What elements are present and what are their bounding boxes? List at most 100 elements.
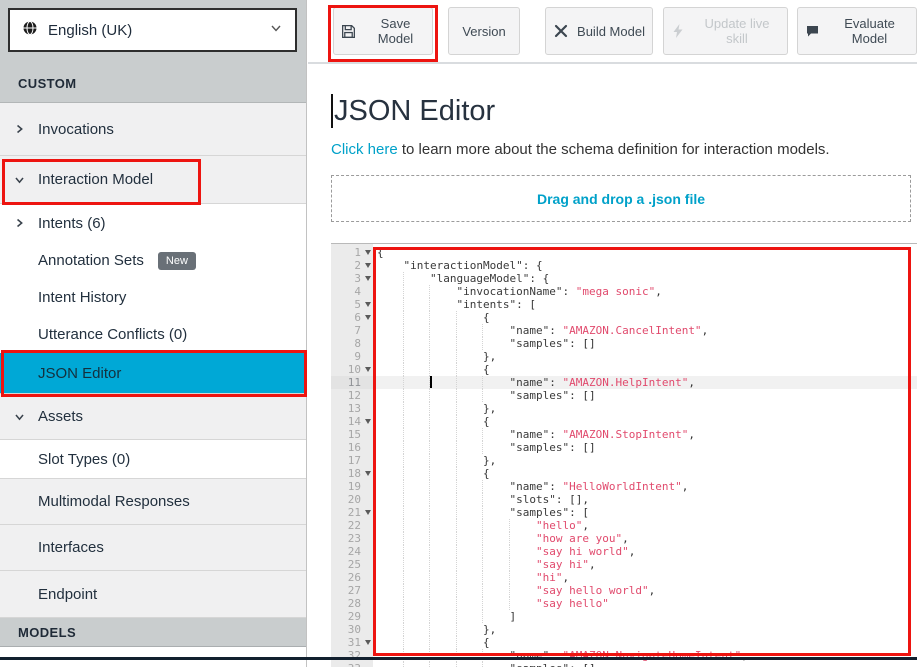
code-line-18[interactable]: { <box>373 467 917 480</box>
sidebar-item-label: Invocations <box>38 121 114 138</box>
fold-arrow-icon[interactable] <box>365 367 371 372</box>
code-line-5[interactable]: "intents": [ <box>373 298 917 311</box>
sidebar-item-utterance-conflicts[interactable]: Utterance Conflicts (0) <box>0 316 306 353</box>
fold-arrow-icon[interactable] <box>365 263 371 268</box>
sidebar: English (UK) CUSTOM InvocationsInteracti… <box>0 0 307 667</box>
code-line-10[interactable]: { <box>373 363 917 376</box>
sidebar-item-label: Intent History <box>38 289 126 306</box>
chevron-right-icon <box>14 218 25 229</box>
code-line-28[interactable]: "say hello" <box>373 597 917 610</box>
sidebar-item-intents[interactable]: Intents (6) <box>0 204 306 242</box>
version-button[interactable]: Version <box>448 7 520 55</box>
code-line-6[interactable]: { <box>373 311 917 324</box>
code-line-14[interactable]: { <box>373 415 917 428</box>
evaluate-model-button[interactable]: Evaluate Model <box>797 7 917 55</box>
code-line-32[interactable]: "name": "AMAZON.NavigateHomeIntent", <box>373 649 917 662</box>
gutter-line-18: 18 <box>331 467 373 480</box>
fold-arrow-icon[interactable] <box>365 315 371 320</box>
gutter-line-17: 17 <box>331 454 373 467</box>
chevron-right-icon <box>14 124 25 135</box>
code-line-15[interactable]: "name": "AMAZON.StopIntent", <box>373 428 917 441</box>
fold-arrow-icon[interactable] <box>365 510 371 515</box>
json-code-editor[interactable]: 1234567891011121314151617181920212223242… <box>331 243 917 667</box>
sidebar-item-annotation-sets[interactable]: Annotation SetsNew <box>0 242 306 279</box>
button-label: Evaluate Model <box>829 16 910 46</box>
code-line-31[interactable]: { <box>373 636 917 649</box>
sidebar-item-invocations[interactable]: Invocations <box>0 103 306 156</box>
sidebar-item-assets[interactable]: Assets <box>0 394 306 440</box>
gutter-line-19: 19 <box>331 480 373 493</box>
gutter-line-15: 15 <box>331 428 373 441</box>
language-selector[interactable]: English (UK) <box>8 8 297 52</box>
code-line-7[interactable]: "name": "AMAZON.CancelIntent", <box>373 324 917 337</box>
update-live-skill-button[interactable]: Update live skill <box>663 7 788 55</box>
code-line-29[interactable]: ] <box>373 610 917 623</box>
editor-gutter: 1234567891011121314151617181920212223242… <box>331 244 373 667</box>
code-line-17[interactable]: }, <box>373 454 917 467</box>
toolbar-divider <box>308 62 917 64</box>
chevron-down-icon <box>14 174 25 185</box>
code-line-12[interactable]: "samples": [] <box>373 389 917 402</box>
lightning-icon <box>670 23 685 39</box>
fold-arrow-icon[interactable] <box>365 250 371 255</box>
code-line-1[interactable]: { <box>373 246 917 259</box>
fold-arrow-icon[interactable] <box>365 471 371 476</box>
sidebar-item-interaction-model[interactable]: Interaction Model <box>0 156 306 204</box>
code-line-13[interactable]: }, <box>373 402 917 415</box>
save-model-button[interactable]: Save Model <box>333 7 433 55</box>
gutter-line-24: 24 <box>331 545 373 558</box>
code-line-22[interactable]: "hello", <box>373 519 917 532</box>
code-line-25[interactable]: "say hi", <box>373 558 917 571</box>
code-line-16[interactable]: "samples": [] <box>373 441 917 454</box>
gutter-line-21: 21 <box>331 506 373 519</box>
gutter-line-4: 4 <box>331 285 373 298</box>
code-line-30[interactable]: }, <box>373 623 917 636</box>
sidebar-item-intent-history[interactable]: Intent History <box>0 279 306 316</box>
sidebar-item-label: Utterance Conflicts (0) <box>38 326 187 343</box>
fold-arrow-icon[interactable] <box>365 276 371 281</box>
gutter-line-11: 11 <box>331 376 373 389</box>
json-dropzone-label: Drag and drop a .json file <box>537 191 705 207</box>
code-line-21[interactable]: "samples": [ <box>373 506 917 519</box>
sidebar-item-label: Assets <box>38 408 83 425</box>
sidebar-item-slot-types[interactable]: Slot Types (0) <box>0 440 306 479</box>
code-line-3[interactable]: "languageModel": { <box>373 272 917 285</box>
code-line-19[interactable]: "name": "HelloWorldIntent", <box>373 480 917 493</box>
code-line-23[interactable]: "how are you", <box>373 532 917 545</box>
code-line-2[interactable]: "interactionModel": { <box>373 259 917 272</box>
json-dropzone[interactable]: Drag and drop a .json file <box>331 175 911 222</box>
code-line-11[interactable]: "name": "AMAZON.HelpIntent", <box>373 376 917 389</box>
build-model-button[interactable]: Build Model <box>545 7 653 55</box>
code-line-20[interactable]: "slots": [], <box>373 493 917 506</box>
code-line-33[interactable]: "samples": [] <box>373 662 917 667</box>
gutter-line-23: 23 <box>331 532 373 545</box>
sidebar-item-label: Annotation Sets <box>38 252 144 269</box>
fold-arrow-icon[interactable] <box>365 419 371 424</box>
code-line-9[interactable]: }, <box>373 350 917 363</box>
chat-icon <box>804 23 821 39</box>
sidebar-item-interfaces[interactable]: Interfaces <box>0 525 306 571</box>
sidebar-item-json-editor[interactable]: JSON Editor <box>0 353 306 394</box>
code-line-24[interactable]: "say hi world", <box>373 545 917 558</box>
chevron-down-icon <box>269 21 283 40</box>
gutter-line-3: 3 <box>331 272 373 285</box>
editor-code-area[interactable]: { "interactionModel": { "languageModel":… <box>373 244 917 667</box>
sidebar-item-label: Interfaces <box>38 539 104 556</box>
code-line-27[interactable]: "say hello world", <box>373 584 917 597</box>
window-edge-bar <box>0 657 917 660</box>
gutter-line-7: 7 <box>331 324 373 337</box>
sidebar-item-multimodal-responses[interactable]: Multimodal Responses <box>0 479 306 525</box>
fold-arrow-icon[interactable] <box>365 302 371 307</box>
gutter-line-32: 32 <box>331 649 373 662</box>
sidebar-item-endpoint[interactable]: Endpoint <box>0 571 306 618</box>
code-line-26[interactable]: "hi", <box>373 571 917 584</box>
gutter-line-12: 12 <box>331 389 373 402</box>
button-label: Version <box>462 24 505 39</box>
code-line-8[interactable]: "samples": [] <box>373 337 917 350</box>
learn-more-link[interactable]: Click here <box>331 141 398 158</box>
code-line-4[interactable]: "invocationName": "mega sonic", <box>373 285 917 298</box>
schema-help-text: Click here to learn more about the schem… <box>331 141 830 158</box>
sidebar-item-label: Endpoint <box>38 586 97 603</box>
fold-arrow-icon[interactable] <box>365 640 371 645</box>
page-title: JSON Editor <box>331 94 495 128</box>
